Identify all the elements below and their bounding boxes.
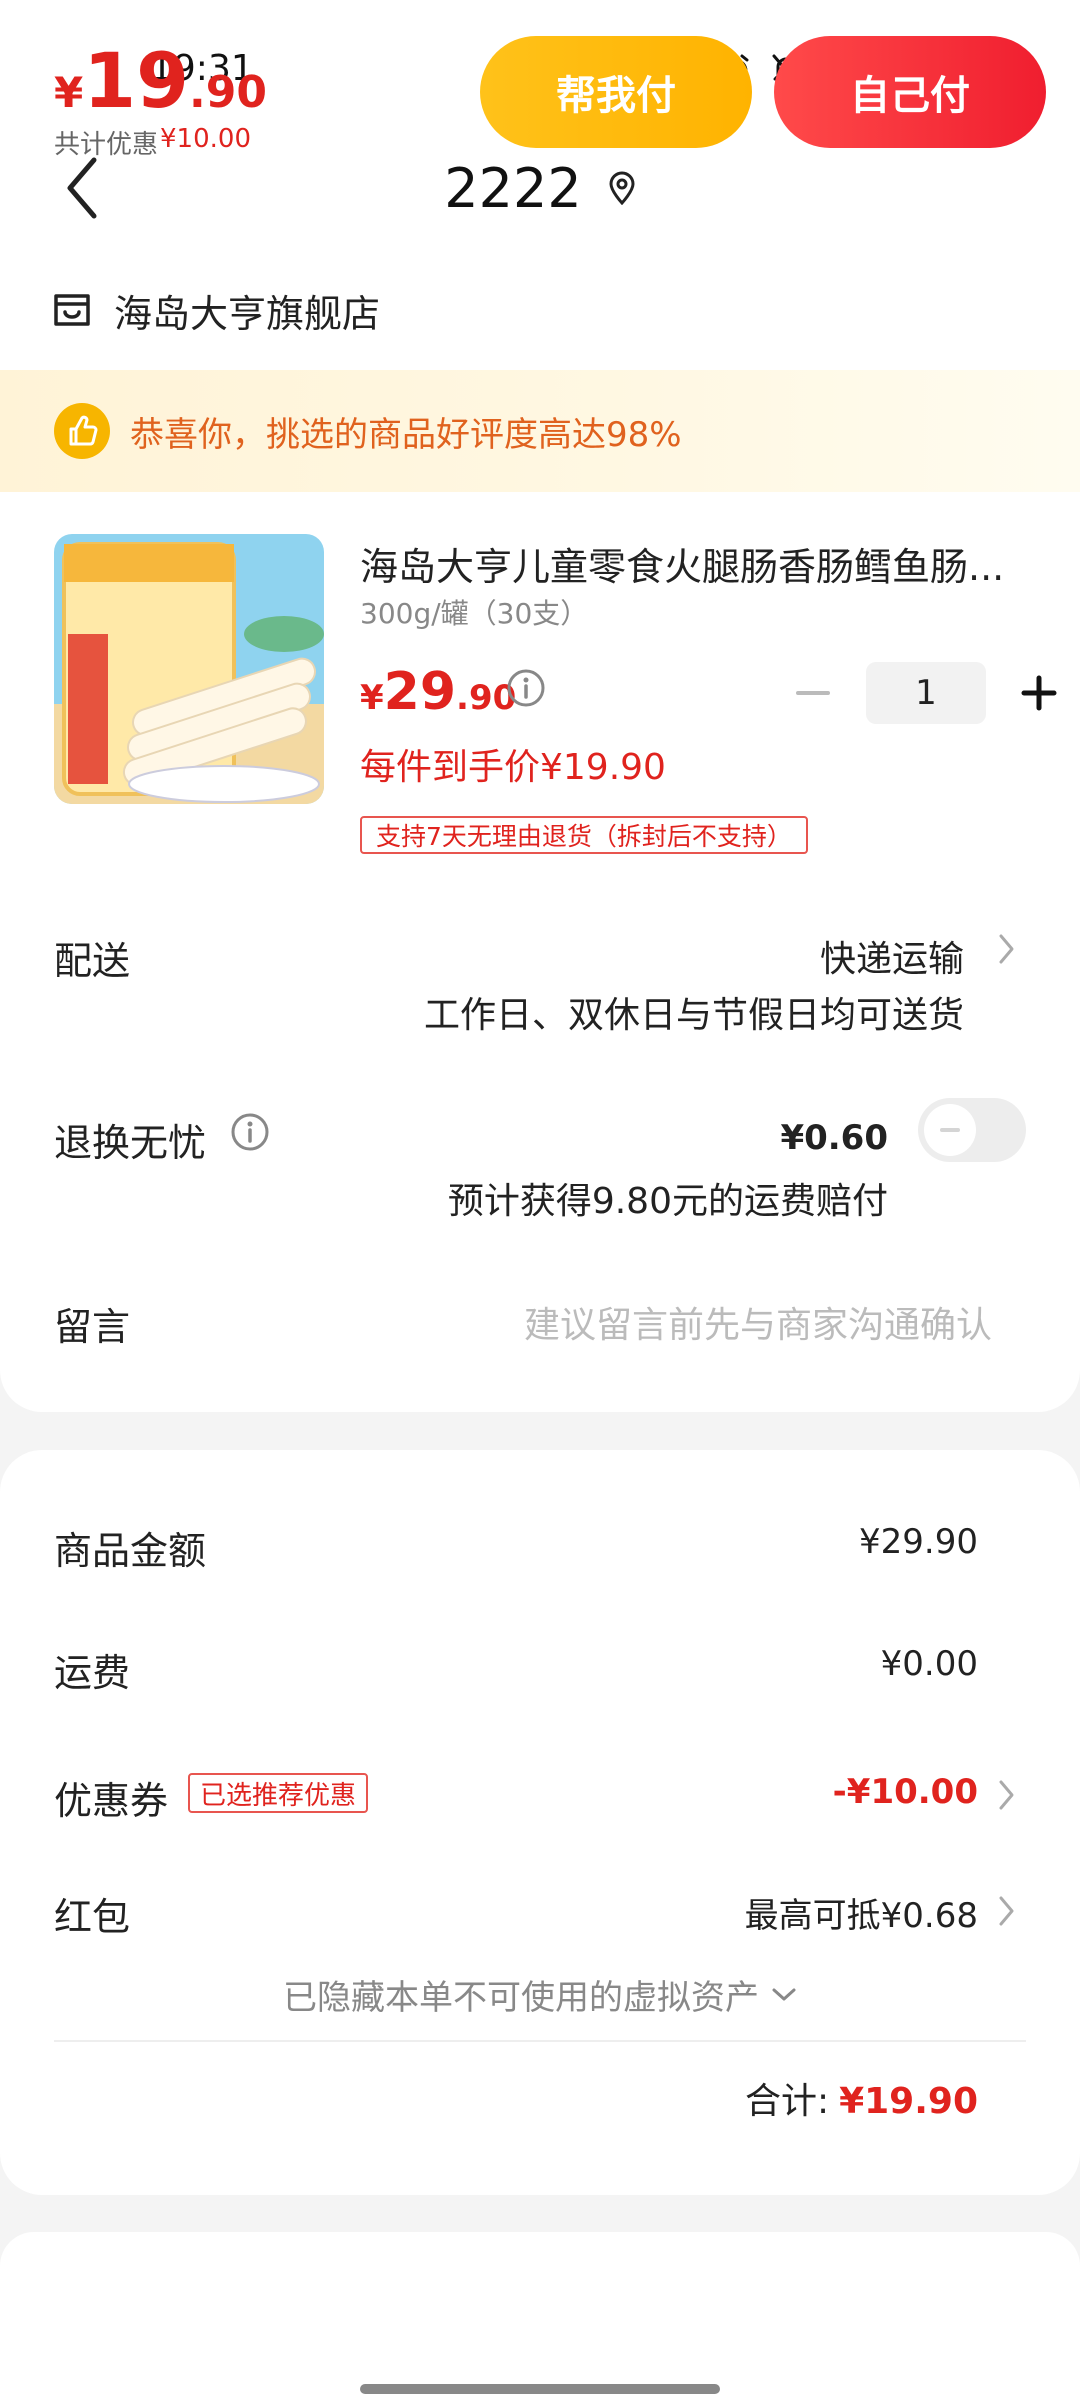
- bottom-total-price: ¥ 19 .90: [54, 36, 267, 125]
- product-card: 海岛大亨儿童零食火腿肠香肠鳕鱼肠... 300g/罐（30支） ¥ 29 .90…: [0, 492, 1080, 1412]
- order-confirm-screen: 19:31 HD 4G 2222: [0, 0, 1080, 2400]
- unit-price: 每件到手价¥19.90: [360, 747, 666, 788]
- price-integer: 29: [383, 662, 457, 722]
- quantity-input[interactable]: 1: [866, 662, 986, 724]
- store-icon: [54, 294, 90, 326]
- chevron-right-icon[interactable]: [998, 1894, 1016, 1928]
- total-value: ¥19.90: [839, 2081, 978, 2122]
- delivery-note: 工作日、双休日与节假日均可送货: [423, 995, 964, 1036]
- price-info-icon[interactable]: [506, 668, 546, 708]
- store-name: 海岛大亨旗舰店: [114, 291, 381, 336]
- help-me-pay-button[interactable]: 帮我付: [480, 36, 752, 148]
- return-policy-tag: 支持7天无理由退货（拆封后不支持）: [360, 816, 808, 854]
- worry-free-toggle[interactable]: [918, 1098, 1026, 1162]
- product-price: ¥ 29 .90: [360, 662, 516, 722]
- product-image[interactable]: [54, 534, 324, 804]
- divider: [54, 2040, 1026, 2042]
- bottom-price-currency: ¥: [54, 68, 84, 117]
- plus-icon: [1021, 675, 1057, 711]
- hidden-assets-text: 已隐藏本单不可使用的虚拟资产: [283, 1978, 759, 2018]
- total-discount: 共计优惠 ¥10.00: [54, 124, 251, 161]
- coupon-label: 优惠券: [54, 1779, 169, 1823]
- bottom-price-decimal: .90: [189, 67, 267, 118]
- thumbs-up-icon: [54, 403, 110, 459]
- shipping-fee-label: 运费: [54, 1651, 131, 1695]
- chevron-right-icon[interactable]: [998, 1778, 1016, 1812]
- watermark-url: zhizhizhi.com: [928, 2370, 1023, 2386]
- delivery-label: 配送: [54, 939, 131, 983]
- hidden-assets-toggle[interactable]: 已隐藏本单不可使用的虚拟资产: [0, 1970, 1080, 2019]
- bottom-price-integer: 19: [83, 36, 189, 125]
- worry-free-info-icon[interactable]: [230, 1112, 270, 1152]
- total-label: 合计:: [744, 2081, 830, 2122]
- worry-free-price: ¥0.60: [780, 1118, 888, 1158]
- red-packet-value[interactable]: 最高可抵¥0.68: [745, 1888, 978, 1937]
- page-title: 2222: [444, 156, 582, 220]
- goods-amount-label: 商品金额: [54, 1529, 207, 1573]
- toggle-knob: [924, 1104, 976, 1156]
- product-spec: 300g/罐（30支）: [360, 597, 589, 630]
- watermark-logo: 值值值: [924, 2296, 1064, 2352]
- bottom-action-bar: [0, 2232, 1080, 2400]
- banner-text: 恭喜你，挑选的商品好评度高达98%: [130, 414, 682, 455]
- shipping-fee-value: ¥0.00: [880, 1644, 978, 1684]
- discount-label: 共计优惠: [54, 130, 159, 160]
- coupon-recommended-tag: 已选推荐优惠: [188, 1773, 369, 1813]
- worry-free-label: 退换无忧: [54, 1121, 207, 1165]
- pay-myself-button[interactable]: 自己付: [774, 36, 1046, 148]
- rating-banner: 恭喜你，挑选的商品好评度高达98%: [0, 370, 1080, 492]
- quantity-stepper: 1: [782, 662, 1070, 724]
- discount-amount: ¥10.00: [160, 124, 251, 154]
- delivery-method[interactable]: 快递运输: [820, 930, 964, 982]
- home-indicator[interactable]: [360, 2384, 720, 2394]
- price-currency: ¥: [360, 678, 384, 718]
- location-pin-icon: [609, 171, 635, 205]
- store-row[interactable]: 海岛大亨旗舰店: [0, 250, 1080, 370]
- message-input[interactable]: 建议留言前先与商家沟通确认: [524, 1296, 992, 1348]
- message-label: 留言: [54, 1305, 131, 1349]
- chevron-right-icon[interactable]: [998, 932, 1016, 966]
- coupon-value[interactable]: -¥10.00: [833, 1772, 978, 1812]
- worry-free-note: 预计获得9.80元的运费赔付: [447, 1181, 888, 1222]
- decrease-button[interactable]: [782, 662, 844, 724]
- goods-amount-value: ¥29.90: [859, 1522, 978, 1562]
- order-summary-card: 商品金额 ¥29.90 运费 ¥0.00 优惠券 已选推荐优惠 -¥10.00 …: [0, 1450, 1080, 2195]
- total-row: 合计: ¥19.90: [745, 2072, 978, 2124]
- increase-button[interactable]: [1008, 662, 1070, 724]
- minus-icon: [796, 691, 830, 695]
- product-title[interactable]: 海岛大亨儿童零食火腿肠香肠鳕鱼肠...: [360, 536, 1020, 591]
- red-packet-label: 红包: [54, 1895, 131, 1939]
- chevron-down-icon: [772, 1988, 796, 2000]
